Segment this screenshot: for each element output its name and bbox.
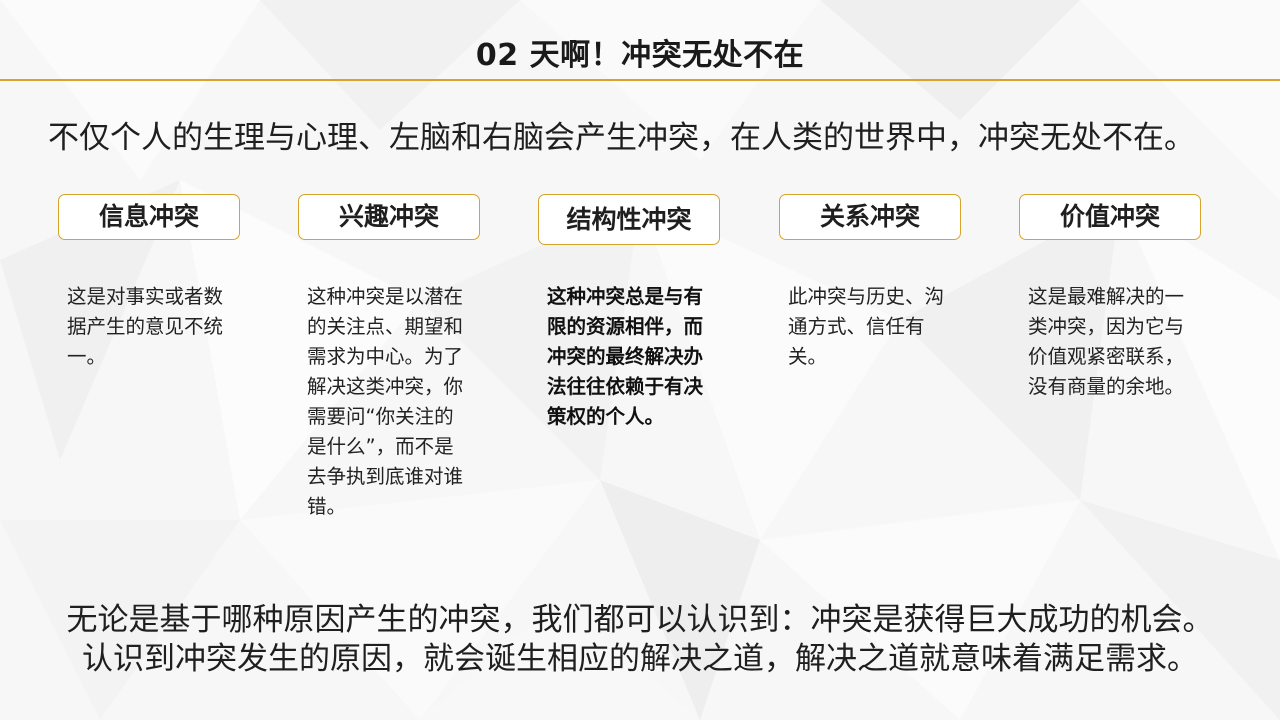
category-text-relationship: 此冲突与历史、沟通方式、信任有关。 <box>788 285 945 368</box>
category-label-information: 信息冲突 <box>58 194 240 240</box>
category-label-relationship: 关系冲突 <box>779 194 961 240</box>
slide: 02 天啊！冲突无处不在 不仅个人的生理与心理、左脑和右脑会产生冲突，在人类的世… <box>0 0 1280 720</box>
title-divider <box>0 79 1280 81</box>
category-text-value: 这是最难解决的一类冲突，因为它与价值观紧密联系，没有商量的余地。 <box>1028 285 1185 398</box>
category-label-structural: 结构性冲突 <box>538 194 720 245</box>
category-text-interest: 这种冲突是以潜在的关注点、期望和需求为中心。为了解决这类冲突，你需要问“你关注的… <box>307 285 464 518</box>
category-text-information: 这是对事实或者数据产生的意见不统一。 <box>67 285 224 368</box>
conclusion-line-2: 认识到冲突发生的原因，就会诞生相应的解决之道，解决之道就意味着满足需求。 <box>82 641 1198 677</box>
conclusion: 无论是基于哪种原因产生的冲突，我们都可以认识到：冲突是获得巨大成功的机会。 认识… <box>0 601 1280 679</box>
category-label-value: 价值冲突 <box>1019 194 1201 240</box>
slide-title: 02 天啊！冲突无处不在 <box>475 38 805 73</box>
category-text-structural: 这种冲突总是与有限的资源相伴，而冲突的最终解决办法往往依赖于有决策权的个人。 <box>547 285 704 428</box>
conclusion-line-1: 无论是基于哪种原因产生的冲突，我们都可以认识到：冲突是获得巨大成功的机会。 <box>66 602 1214 638</box>
intro-text: 不仅个人的生理与心理、左脑和右脑会产生冲突，在人类的世界中，冲突无处不在。 <box>48 120 1195 156</box>
category-label-interest: 兴趣冲突 <box>298 194 480 240</box>
